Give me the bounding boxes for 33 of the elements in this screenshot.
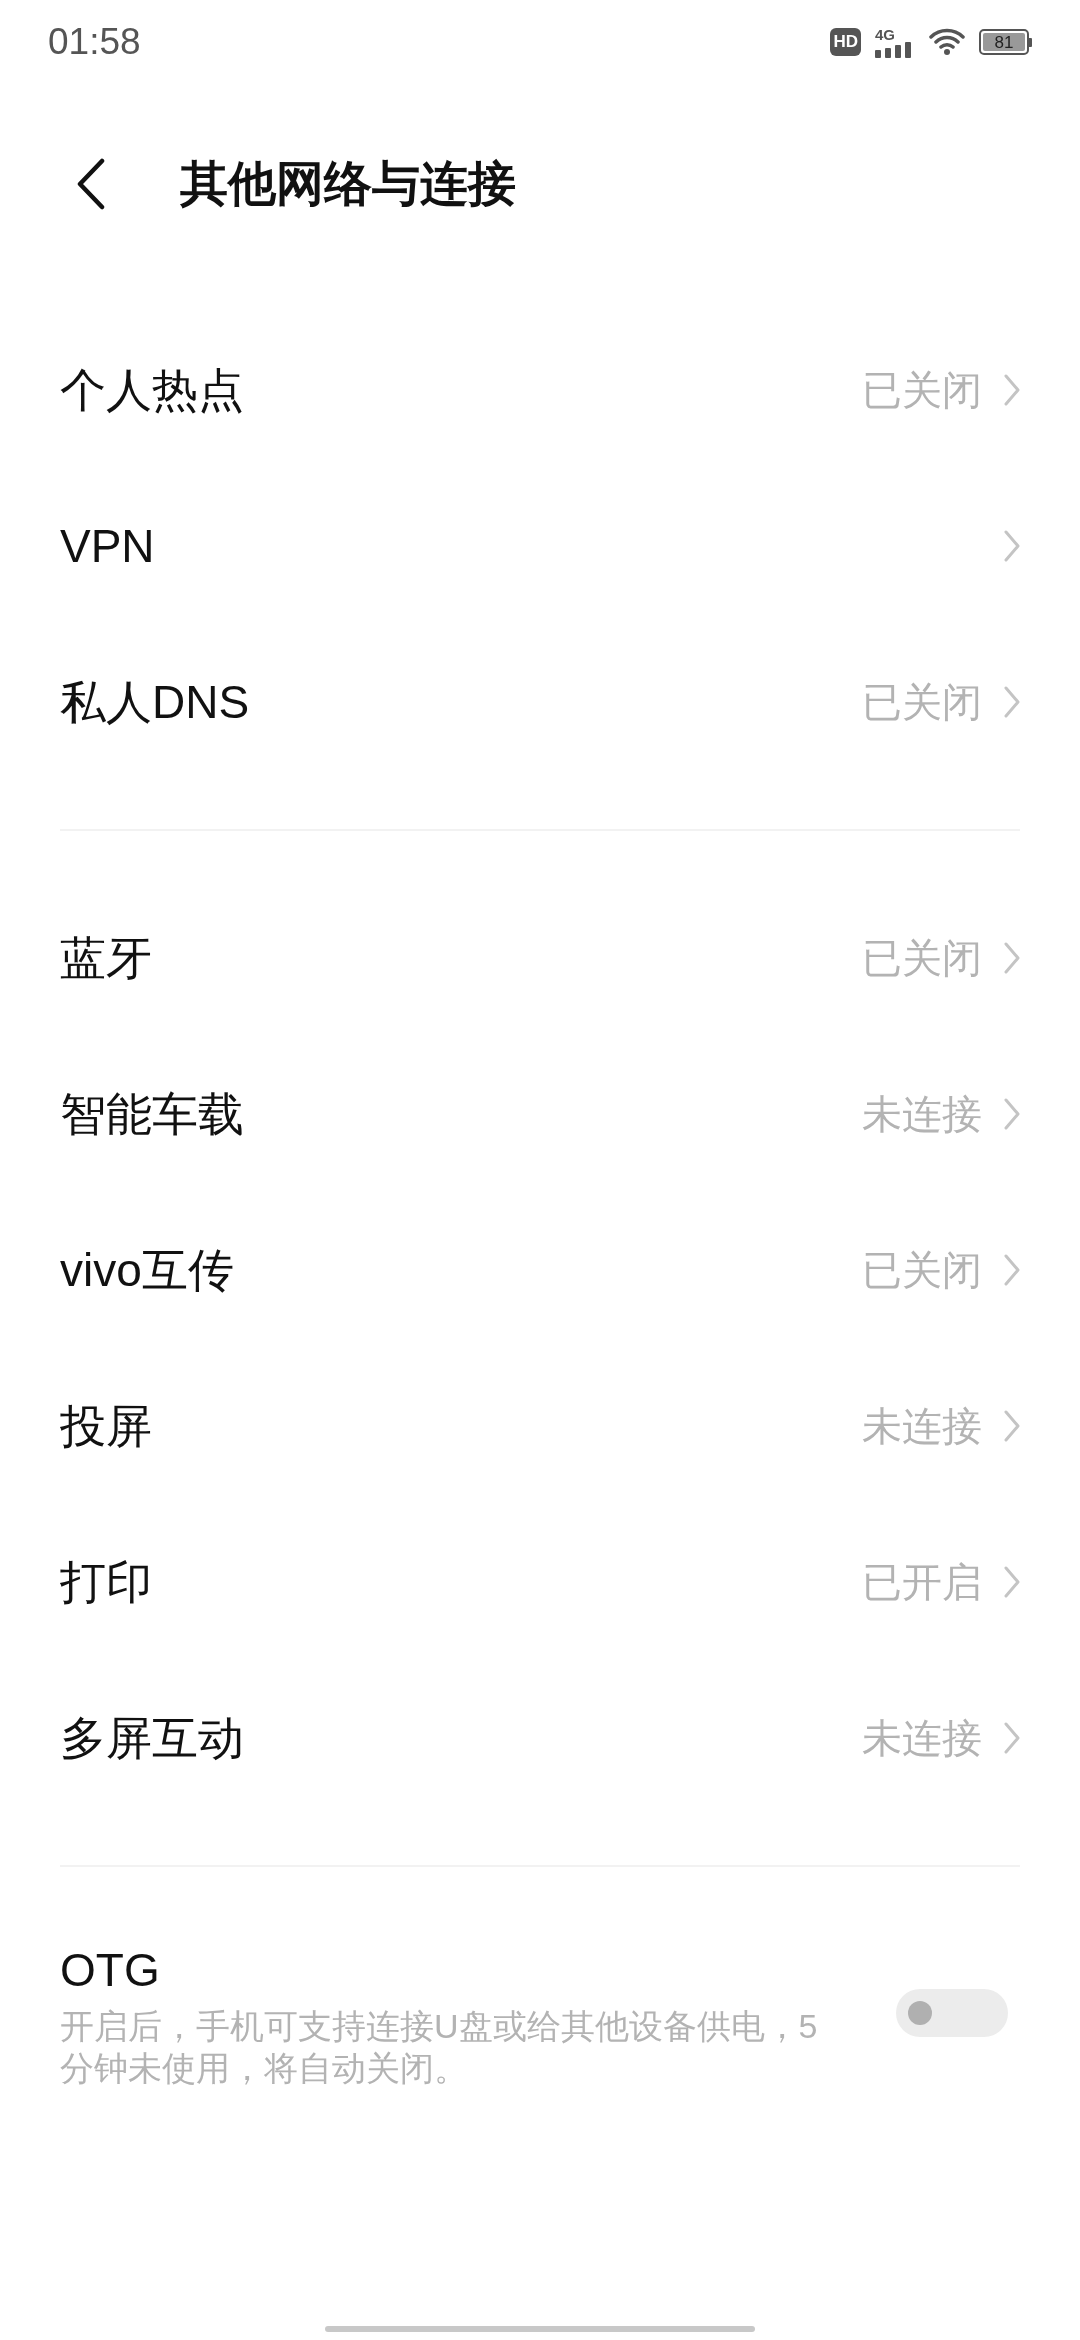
- settings-row[interactable]: 蓝牙 已关闭: [0, 880, 1080, 1036]
- row-status: 未连接: [862, 1403, 982, 1450]
- row-label: 蓝牙: [60, 930, 153, 986]
- status-time: 01:58: [48, 20, 141, 65]
- row-label: 智能车载: [60, 1086, 245, 1142]
- row-label: 个人热点: [60, 362, 245, 418]
- settings-row[interactable]: 投屏 未连接: [0, 1348, 1080, 1504]
- hd-badge: HD: [830, 28, 861, 56]
- row-status: 已开启: [862, 1559, 982, 1606]
- row-label: VPN: [60, 518, 156, 574]
- settings-row[interactable]: 打印 已开启: [0, 1504, 1080, 1660]
- page-title: 其他网络与连接: [180, 156, 516, 212]
- row-status: 已关闭: [862, 1247, 982, 1294]
- settings-row[interactable]: 个人热点 已关闭: [0, 312, 1080, 468]
- row-status: 已关闭: [862, 367, 982, 414]
- row-status: 未连接: [862, 1715, 982, 1762]
- network-type: 4G: [875, 26, 895, 42]
- row-label: vivo互传: [60, 1242, 235, 1298]
- settings-row[interactable]: 智能车载 未连接: [0, 1036, 1080, 1192]
- row-status: 已关闭: [862, 679, 982, 726]
- otg-description: 开启后，手机可支持连接U盘或给其他设备供电，5分钟未使用，将自动关闭。: [60, 2006, 819, 2089]
- settings-row[interactable]: vivo互传 已关闭: [0, 1192, 1080, 1348]
- otg-label: OTG: [60, 1943, 161, 1998]
- row-label: 投屏: [60, 1398, 153, 1454]
- row-status: 未连接: [862, 1091, 982, 1138]
- battery-level: 81: [994, 33, 1014, 51]
- row-label: 多屏互动: [60, 1710, 245, 1766]
- row-label: 私人DNS: [60, 674, 251, 730]
- settings-row[interactable]: 私人DNS 已关闭: [0, 624, 1080, 780]
- row-label: 打印: [60, 1554, 153, 1610]
- row-status: 已关闭: [862, 935, 982, 982]
- settings-row[interactable]: VPN: [0, 468, 1080, 624]
- settings-row[interactable]: 多屏互动 未连接: [0, 1660, 1080, 1816]
